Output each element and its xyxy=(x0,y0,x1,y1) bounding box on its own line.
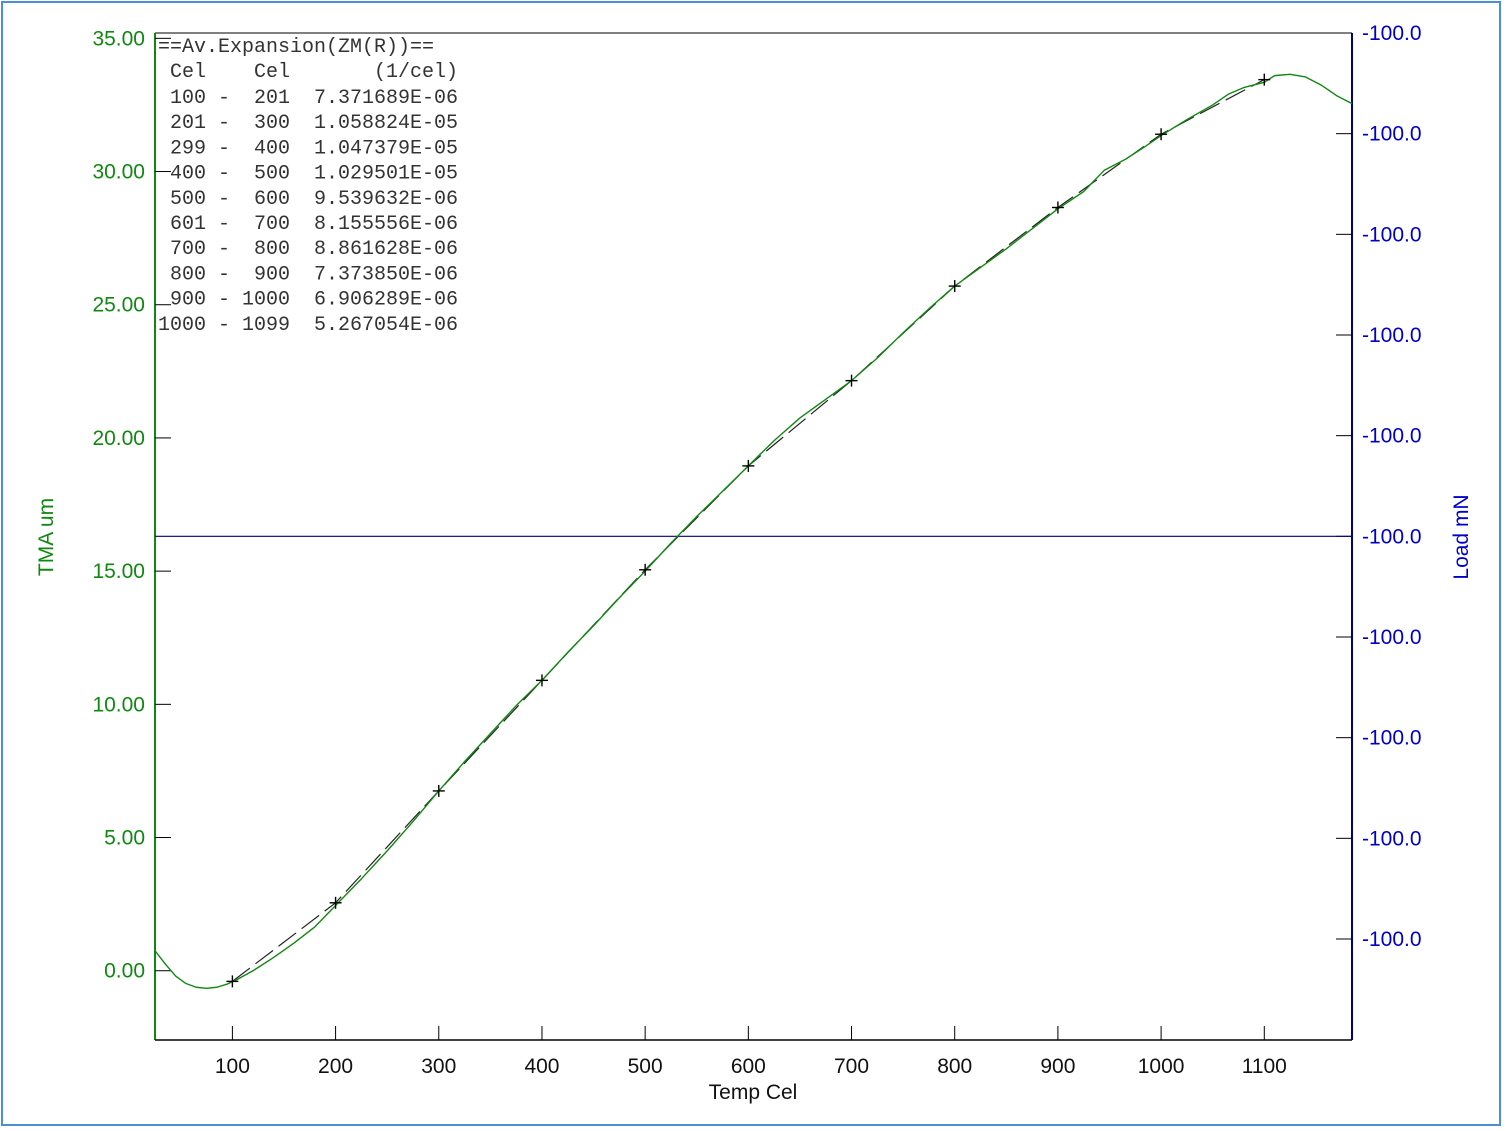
x-tick-label: 600 xyxy=(731,1055,766,1078)
legend-header: Cel Cel (1/cel) xyxy=(158,61,458,84)
x-tick-label: 400 xyxy=(524,1055,559,1078)
left-y-tick-label: 15.00 xyxy=(92,560,145,583)
left-y-tick-label: 5.00 xyxy=(104,827,145,850)
right-y-axis-ticks: -100.0 -100.0 -100.0 -100.0 -100.0 -100.0 -100… xyxy=(1336,22,1422,951)
av-expansion-marker xyxy=(226,975,239,988)
right-y-tick-label: -100.0 xyxy=(1362,223,1422,246)
right-y-tick-label: -100.0 xyxy=(1362,324,1422,347)
x-tick-label: 100 xyxy=(215,1055,250,1078)
x-tick-label: 700 xyxy=(834,1055,869,1078)
x-axis-title: Temp Cel xyxy=(709,1081,798,1104)
right-y-tick-label: -100.0 xyxy=(1362,22,1422,45)
right-y-tick-label: -100.0 xyxy=(1362,525,1422,548)
legend-row: 201 - 300 1.058824E-05 xyxy=(158,112,458,135)
x-tick-label: 500 xyxy=(628,1055,663,1078)
legend-row: 800 - 900 7.373850E-06 xyxy=(158,263,458,286)
left-y-tick-label: 10.00 xyxy=(92,693,145,716)
right-y-tick-label: -100.0 xyxy=(1362,827,1422,850)
legend-row: 700 - 800 8.861628E-06 xyxy=(158,238,458,261)
legend: ==Av.Expansion(ZM(R))== Cel Cel (1/cel) … xyxy=(158,36,458,337)
x-tick-label: 800 xyxy=(937,1055,972,1078)
x-tick-label: 900 xyxy=(1040,1055,1075,1078)
x-axis-ticks: 100 200 300 400 500 600 700 800 900 1000 1100 xyxy=(215,1026,1287,1078)
left-y-axis-title: TMA um xyxy=(35,498,58,576)
left-y-tick-label: 25.00 xyxy=(92,294,145,317)
left-y-tick-label: 0.00 xyxy=(104,960,145,983)
series-layer xyxy=(154,73,1353,990)
legend-row: 601 - 700 8.155556E-06 xyxy=(158,213,458,236)
left-y-tick-label: 30.00 xyxy=(92,161,145,184)
left-y-tick-label: 20.00 xyxy=(92,427,145,450)
legend-row: 1000 - 1099 5.267054E-06 xyxy=(158,314,458,337)
x-tick-label: 1100 xyxy=(1242,1055,1287,1078)
x-tick-label: 300 xyxy=(421,1055,456,1078)
legend-row: 100 - 201 7.371689E-06 xyxy=(158,87,458,110)
x-tick-label: 1000 xyxy=(1138,1055,1185,1078)
legend-row: 900 - 1000 6.906289E-06 xyxy=(158,289,458,312)
right-y-axis-title: Load mN xyxy=(1450,494,1473,579)
legend-row: 500 - 600 9.539632E-06 xyxy=(158,188,458,211)
right-y-tick-label: -100.0 xyxy=(1362,928,1422,951)
right-y-tick-label: -100.0 xyxy=(1362,425,1422,448)
tma-series-line xyxy=(154,73,1353,990)
right-y-tick-label: -100.0 xyxy=(1362,626,1422,649)
legend-row: 299 - 400 1.047379E-05 xyxy=(158,137,458,160)
legend-title: ==Av.Expansion(ZM(R))== xyxy=(158,36,434,59)
tma-chart: 100 200 300 400 500 600 700 800 900 1000 1100 35.0… xyxy=(35,22,1473,1104)
right-y-tick-label: -100.0 xyxy=(1362,123,1422,146)
legend-row: 400 - 500 1.029501E-05 xyxy=(158,163,458,186)
right-y-tick-label: -100.0 xyxy=(1362,727,1422,750)
x-tick-label: 200 xyxy=(318,1055,353,1078)
left-y-tick-label: 35.00 xyxy=(92,27,145,50)
